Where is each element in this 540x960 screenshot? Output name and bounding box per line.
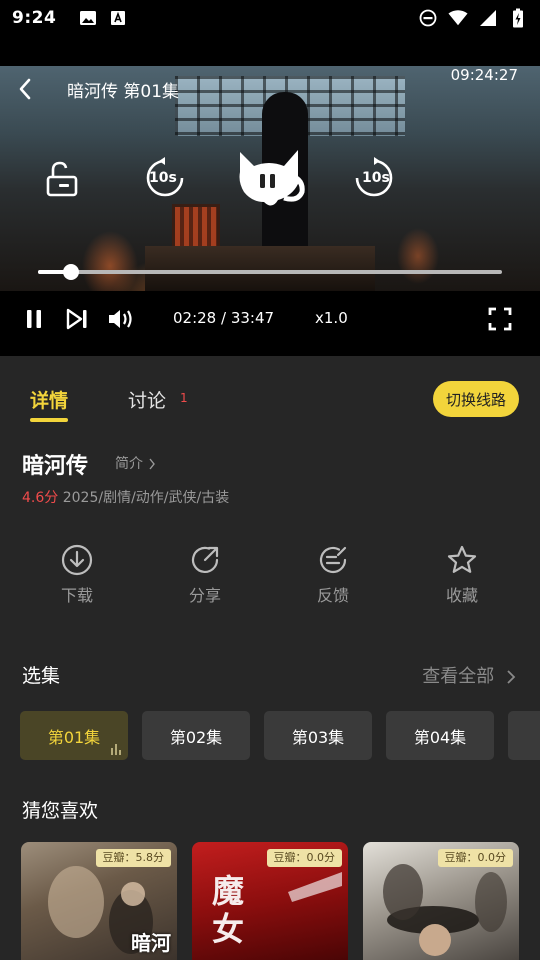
- episode-label: 第03集: [291, 727, 345, 747]
- chevron-left-icon: [19, 78, 31, 100]
- battery-charging-icon: [508, 8, 528, 28]
- show-title: 暗河传: [22, 454, 89, 479]
- tab-discussion[interactable]: 讨论: [128, 386, 166, 413]
- poster-rating-badge: 豆瓣：0.0分: [266, 849, 342, 867]
- image-icon: [78, 9, 98, 27]
- show-rating: 4.6分: [22, 490, 59, 506]
- episode-list: 第01集 第02集 第03集 第04集: [20, 711, 540, 761]
- poster-rating-badge: 豆瓣：5.8分: [95, 849, 171, 867]
- status-bar: 9:24: [0, 0, 540, 36]
- chevron-right-icon: [149, 458, 156, 470]
- text-a-icon: [108, 9, 128, 27]
- view-all-label: 查看全部: [422, 666, 495, 687]
- share-icon: [191, 546, 219, 573]
- show-tags: 2025/剧情/动作/武侠/古装: [62, 490, 230, 506]
- speed-button[interactable]: x1.0: [315, 309, 348, 327]
- show-meta: 4.6分 2025/剧情/动作/武侠/古装: [22, 487, 229, 507]
- recommend-poster-2[interactable]: 魔女 豆瓣：0.0分: [192, 842, 348, 960]
- fullscreen-button[interactable]: [487, 305, 513, 333]
- rewind-10s-button[interactable]: 10s: [144, 156, 186, 200]
- recommend-poster-3[interactable]: 豆瓣：0.0分: [363, 842, 519, 960]
- star-icon: [447, 545, 477, 573]
- episode-item-01[interactable]: 第01集: [20, 711, 128, 760]
- playback-time: 02:28 / 33:47: [173, 309, 275, 327]
- video-clock: 09:24:27: [450, 66, 518, 84]
- forward-label: 10s: [362, 170, 390, 186]
- view-all-episodes-link[interactable]: 查看全部: [422, 662, 516, 688]
- episode-item-04[interactable]: 第04集: [386, 711, 494, 760]
- download-label: 下载: [60, 586, 93, 605]
- signal-icon: [478, 9, 498, 27]
- status-time: 9:24: [12, 8, 57, 28]
- favorite-button[interactable]: 收藏: [422, 540, 502, 606]
- feedback-label: 反馈: [316, 586, 349, 605]
- tab-active-indicator: [30, 418, 68, 422]
- share-label: 分享: [188, 586, 221, 605]
- playing-indicator-icon: [111, 744, 121, 755]
- wifi-icon: [448, 9, 468, 27]
- intro-label: 简介: [115, 456, 143, 472]
- intro-link[interactable]: 简介: [115, 453, 156, 473]
- app-logo-pause-icon[interactable]: [232, 144, 306, 210]
- recommend-section-title: 猜您喜欢: [22, 800, 99, 822]
- skip-next-icon: [66, 308, 87, 330]
- episode-item-02[interactable]: 第02集: [142, 711, 250, 760]
- poster-rating-badge: 豆瓣：0.0分: [437, 849, 513, 867]
- pause-button[interactable]: [22, 305, 46, 333]
- player-control-bar: 02:28 / 33:47 x1.0: [0, 291, 540, 356]
- recommend-poster-1[interactable]: 暗河 豆瓣：5.8分: [21, 842, 177, 960]
- unlock-icon: [46, 161, 78, 197]
- back-button[interactable]: [0, 66, 50, 112]
- feedback-icon: [319, 546, 347, 574]
- action-row: 下载 分享 反馈 收藏: [0, 540, 540, 610]
- volume-button[interactable]: [106, 305, 136, 333]
- episode-item-05-partial[interactable]: [508, 711, 540, 760]
- screen: 9:24 暗河传 第01集 09:24:27 10s 10s 02:28 / 3…: [0, 0, 540, 960]
- tab-detail[interactable]: 详情: [30, 386, 68, 413]
- video-title: 暗河传 第01集: [67, 81, 180, 102]
- recommend-list: 暗河 豆瓣：5.8分 魔女 豆瓣：0.0分 豆瓣：0.0分: [0, 842, 540, 960]
- discussion-count-badge: 1: [180, 391, 188, 405]
- forward-10s-button[interactable]: 10s: [353, 156, 395, 200]
- volume-icon: [109, 310, 132, 328]
- next-episode-button[interactable]: [64, 305, 90, 333]
- episode-item-03[interactable]: 第03集: [264, 711, 372, 760]
- favorite-label: 收藏: [445, 586, 478, 605]
- progress-slider[interactable]: [38, 264, 502, 280]
- pause-icon: [27, 310, 41, 328]
- download-button[interactable]: 下载: [37, 540, 117, 606]
- poster-1-art-text: 暗河: [131, 931, 171, 955]
- rewind-label: 10s: [149, 170, 177, 186]
- episode-label: 第01集: [47, 727, 101, 747]
- top-band: [0, 36, 540, 66]
- episodes-section-title: 选集: [22, 665, 61, 687]
- share-button[interactable]: 分享: [165, 540, 245, 606]
- switch-line-button[interactable]: 切换线路: [433, 381, 519, 417]
- feedback-button[interactable]: 反馈: [293, 540, 373, 606]
- poster-2-art-text: 魔女: [212, 872, 245, 948]
- do-not-disturb-icon: [418, 9, 438, 27]
- episode-label: 第02集: [169, 727, 223, 747]
- chevron-right-icon: [507, 670, 516, 684]
- download-icon: [61, 544, 93, 576]
- lock-button[interactable]: [42, 160, 82, 200]
- episode-label: 第04集: [413, 727, 467, 747]
- fullscreen-icon: [488, 307, 512, 331]
